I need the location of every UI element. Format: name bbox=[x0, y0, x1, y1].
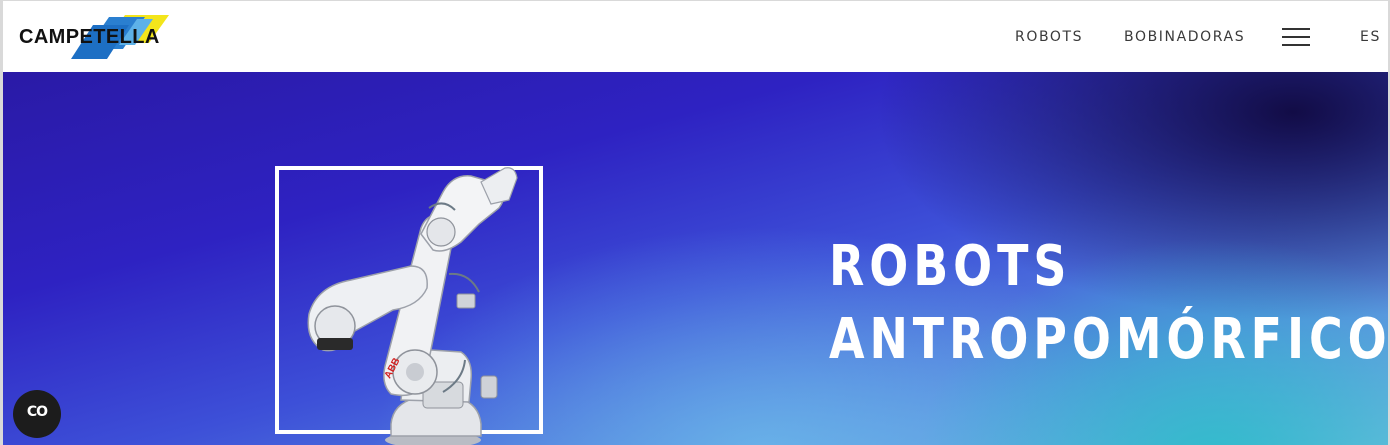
industrial-robot-image: ABB bbox=[307, 167, 518, 445]
site-header: CAMPETELLA ROBOTS BOBINADORAS ES bbox=[3, 1, 1388, 72]
cookie-settings-button[interactable]: CO bbox=[13, 390, 61, 438]
hero-title-line-2: ANTROPOMÓRFICOS bbox=[829, 307, 1388, 372]
hero-title: ROBOTS ANTROPOMÓRFICOS bbox=[829, 230, 1388, 376]
campetella-logo[interactable]: CAMPETELLA bbox=[17, 13, 217, 63]
nav-link-robots[interactable]: ROBOTS bbox=[1015, 29, 1083, 45]
nav-link-bobinadoras[interactable]: BOBINADORAS bbox=[1124, 29, 1245, 45]
language-selector[interactable]: ES bbox=[1360, 29, 1381, 45]
hamburger-menu-icon[interactable] bbox=[1282, 27, 1312, 47]
hero-banner: ABB ROBOTS ANTROPOMÓRFICOS bbox=[3, 72, 1388, 445]
hero-title-line-1: ROBOTS bbox=[829, 234, 1072, 299]
logo-wordmark: CAMPETELLA bbox=[19, 26, 160, 48]
cookie-settings-icon: CO bbox=[26, 404, 48, 420]
